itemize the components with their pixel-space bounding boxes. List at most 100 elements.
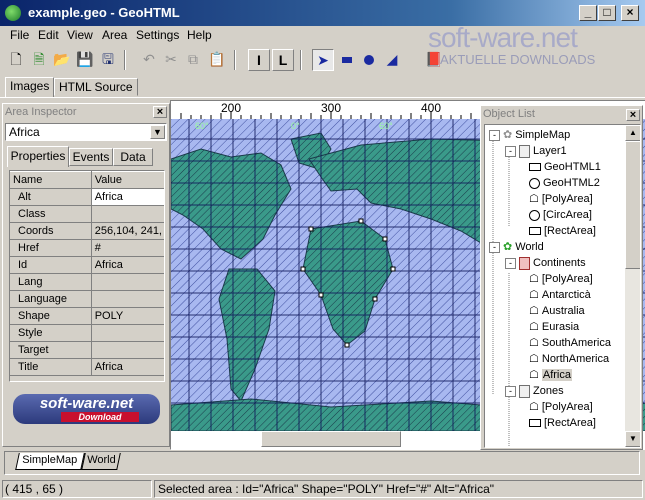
scrollbar-thumb[interactable] (625, 141, 640, 269)
copy-icon[interactable]: ⧉ (182, 49, 204, 71)
area-select[interactable]: Africa ▼ (5, 123, 167, 141)
prop-value[interactable] (91, 273, 164, 291)
inspector-close-icon[interactable]: × (153, 106, 167, 118)
collapse-icon[interactable]: - (489, 241, 500, 253)
menu-help[interactable]: Help (187, 28, 212, 42)
app-globe-icon (5, 5, 21, 21)
label-icon[interactable]: L (272, 49, 294, 71)
tree-item[interactable]: GeoHTML2 (529, 175, 600, 191)
polygon-icon: ☖ (529, 337, 539, 350)
prop-value[interactable]: Africa (91, 358, 164, 376)
tree-item[interactable]: ☖ Antarcticà (529, 287, 591, 303)
softwarenet-logo: soft-ware.net Download (13, 394, 160, 424)
watermark-brand: soft-ware.net (428, 22, 578, 53)
tree-item-label: [PolyArea] (541, 401, 593, 413)
open-folder-icon[interactable]: 📂 (51, 49, 73, 71)
tree-item[interactable]: ☖ [PolyArea] (529, 271, 593, 287)
chevron-down-icon[interactable]: ▼ (150, 125, 165, 139)
tree-item[interactable]: - Zones (505, 383, 564, 399)
scroll-up-icon[interactable]: ▲ (625, 125, 640, 141)
prop-value[interactable]: Africa (91, 256, 164, 274)
prop-value[interactable]: Africa (91, 188, 164, 206)
tab-html-source[interactable]: HTML Source (54, 78, 138, 96)
polygon-tool-icon[interactable]: ◢ (381, 49, 403, 71)
tree-item[interactable]: [RectArea] (529, 223, 596, 239)
maximize-button[interactable]: □ (598, 5, 616, 21)
map-label-lat: 0° (291, 121, 300, 131)
collapse-icon[interactable]: - (505, 385, 516, 397)
close-button[interactable]: × (621, 5, 639, 21)
column-header-value: Value (91, 171, 164, 189)
rect-tool-icon[interactable] (336, 49, 358, 71)
text-cursor-icon[interactable]: I (248, 49, 270, 71)
tree-item[interactable]: GeoHTML1 (529, 159, 601, 175)
collapse-icon[interactable]: - (489, 129, 500, 141)
collapse-icon[interactable]: - (505, 145, 516, 157)
tree-item[interactable]: ☖ NorthAmerica (529, 351, 609, 367)
status-bar: ( 415 , 65 ) Selected area : Id="Africa"… (0, 479, 645, 500)
tree-item-selected[interactable]: ☖ Africa (529, 367, 572, 383)
save-all-icon[interactable]: 🖫 (97, 49, 119, 71)
prop-value[interactable]: 256,104, 241, (91, 222, 164, 240)
save-icon[interactable]: 💾 (74, 49, 96, 71)
tree-item[interactable]: - Layer1 (505, 143, 567, 159)
scroll-down-icon[interactable]: ▼ (625, 431, 640, 447)
book-icon[interactable]: 📕 (423, 49, 445, 71)
pointer-tool-icon[interactable]: ➤ (312, 49, 334, 71)
tree-item[interactable]: ☖ Australia (529, 303, 585, 319)
toolbar-separator (300, 50, 302, 70)
tab-events[interactable]: Events (69, 148, 113, 166)
menu-edit[interactable]: Edit (38, 28, 59, 42)
tree-item[interactable]: ☖ [PolyArea] (529, 399, 593, 415)
tree-item[interactable]: - Continents (505, 255, 586, 271)
layer-tab-simplemap[interactable]: SimpleMap (15, 453, 85, 470)
object-list-close-icon[interactable]: × (626, 109, 640, 121)
layer-tab-strip: SimpleMap World (4, 451, 640, 475)
tree-item[interactable]: [CircArea] (529, 207, 592, 223)
new-map-icon[interactable]: 🗎 (28, 49, 50, 71)
toolbar-separator (234, 50, 236, 70)
tree-item[interactable]: ☖ SouthAmerica (529, 335, 611, 351)
tree-item[interactable]: [RectArea] (529, 415, 596, 431)
menu-settings[interactable]: Settings (136, 28, 179, 42)
prop-value[interactable] (91, 205, 164, 223)
horizontal-scrollbar-thumb[interactable] (261, 431, 401, 447)
prop-value[interactable]: POLY (91, 307, 164, 325)
menu-view[interactable]: View (67, 28, 93, 42)
prop-value[interactable] (91, 341, 164, 359)
vertical-scrollbar[interactable]: ▲ ▼ (625, 125, 640, 447)
minimize-button[interactable]: _ (579, 5, 597, 21)
rect-icon (529, 419, 541, 428)
collapse-icon[interactable]: - (505, 257, 516, 269)
prop-value[interactable]: # (91, 239, 164, 257)
paste-icon[interactable]: 📋 (206, 49, 228, 71)
toolbar-separator (124, 50, 126, 70)
prop-value[interactable] (91, 290, 164, 308)
object-list-title: Object List (483, 107, 641, 123)
cut-icon[interactable]: ✂ (160, 49, 182, 71)
circle-icon (529, 209, 540, 221)
tree-item-label: Eurasia (541, 321, 580, 333)
object-tree: ▲ ▼ - ✿ SimpleMap - Layer1 GeoHTML1 GeoHTML… (484, 124, 641, 448)
undo-icon[interactable]: ↶ (138, 49, 160, 71)
menu-file[interactable]: File (10, 28, 29, 42)
tree-item[interactable]: ☖ Eurasia (529, 319, 579, 335)
menu-area[interactable]: Area (102, 28, 127, 42)
tree-item-label: [RectArea] (544, 417, 596, 429)
tab-data[interactable]: Data (113, 148, 153, 166)
circle-tool-icon[interactable] (358, 49, 380, 71)
tree-item[interactable]: - ✿ World (489, 239, 544, 255)
tree-item-label: Africa (541, 369, 572, 381)
tree-item[interactable]: ☖ [PolyArea] (529, 191, 593, 207)
layer-icon (519, 384, 530, 398)
tree-item-label: [PolyArea] (541, 273, 593, 285)
tree-item[interactable]: - ✿ SimpleMap (489, 127, 570, 143)
new-icon[interactable]: 🗋 (5, 49, 27, 71)
tree-item-label: SimpleMap (515, 129, 571, 141)
tab-images[interactable]: Images (5, 77, 55, 97)
prop-value[interactable] (91, 324, 164, 342)
tab-properties[interactable]: Properties (7, 146, 69, 167)
object-list-panel: Object List × ▲ ▼ - ✿ SimpleMap - Layer1 Ge… (480, 105, 643, 450)
layer-tab-world[interactable]: World (81, 453, 121, 470)
globe-icon: ✿ (503, 241, 513, 254)
